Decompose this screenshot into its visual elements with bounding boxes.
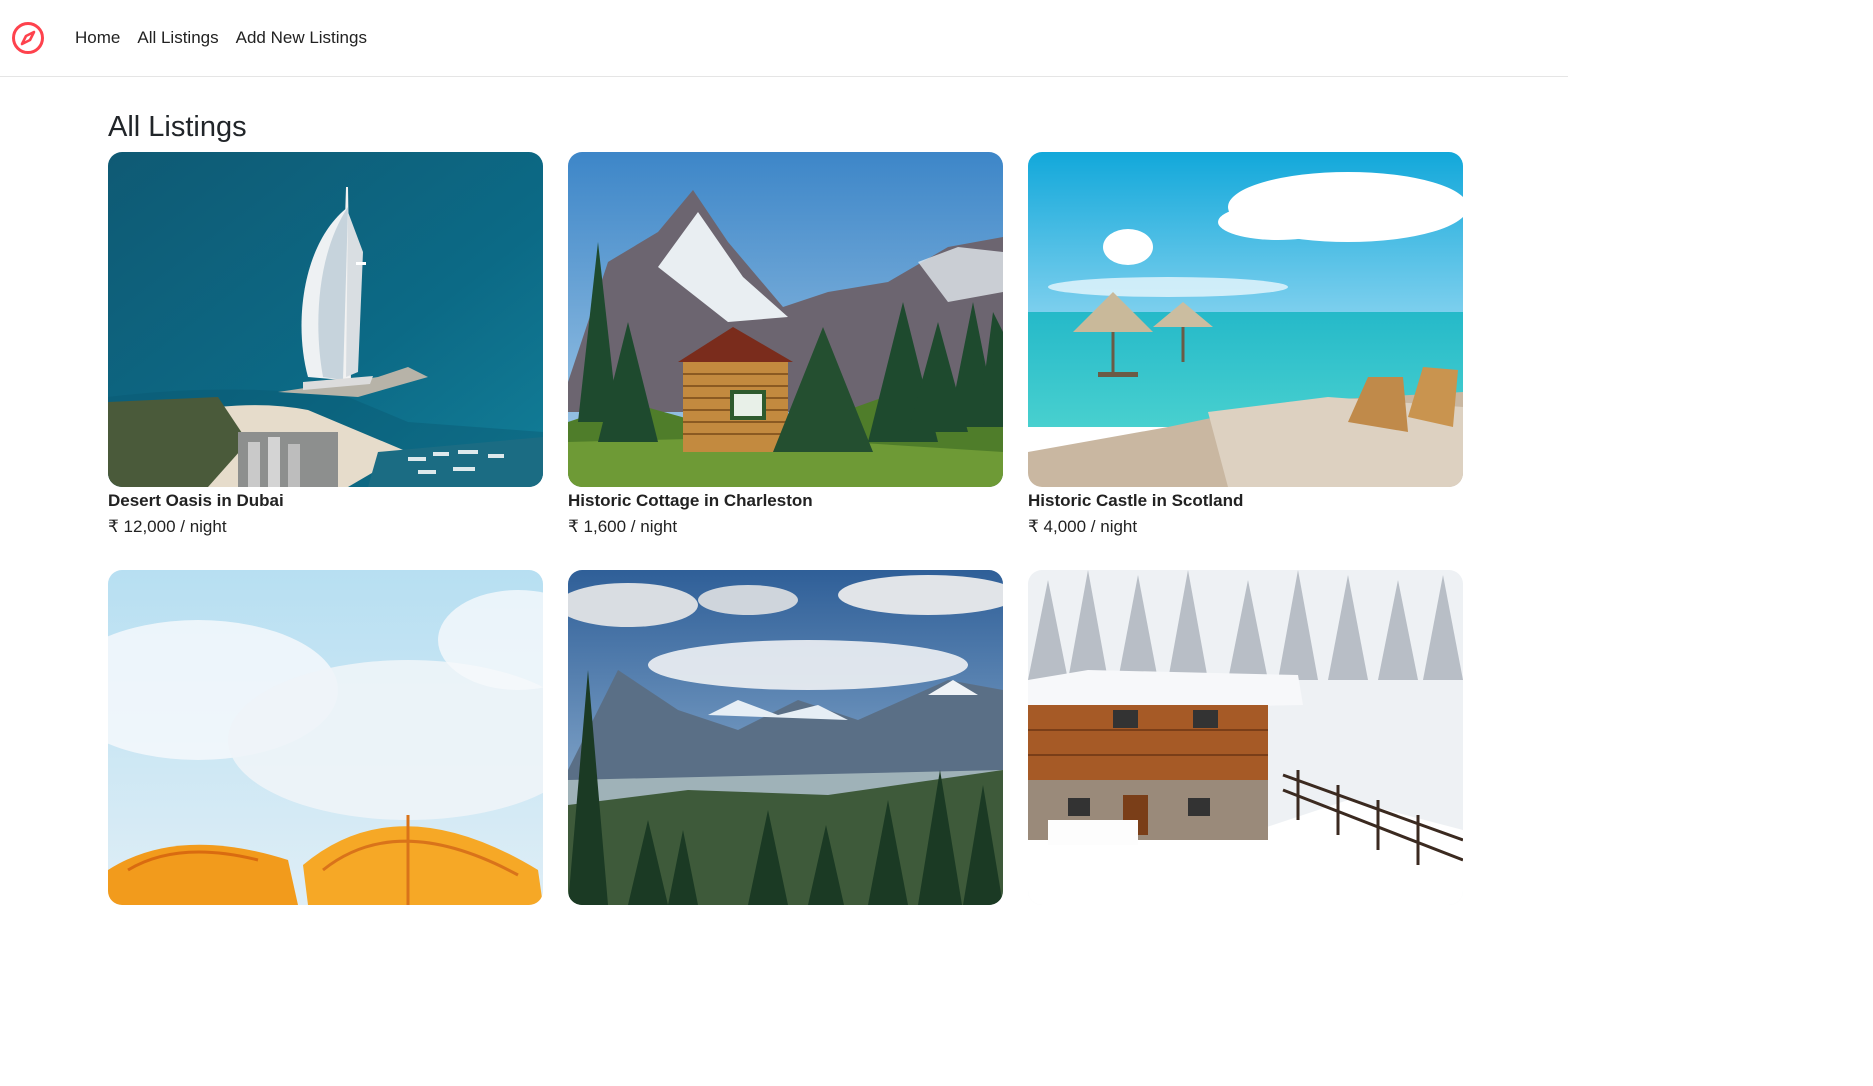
listing-image-mountain-valley[interactable] (568, 570, 1003, 905)
nav-links: Home All Listings Add New Listings (75, 28, 384, 48)
nav-home-link[interactable]: Home (75, 28, 120, 48)
nav-add-new-listings-link[interactable]: Add New Listings (236, 28, 367, 48)
compass-icon[interactable] (11, 21, 45, 55)
listing-card[interactable]: Historic Castle in Scotland ₹ 4,000 / ni… (1028, 152, 1463, 570)
listing-image-log-cabin[interactable] (568, 152, 1003, 487)
listing-image-snowy-chalet[interactable] (1028, 570, 1463, 905)
listing-price: ₹ 1,600 / night (568, 517, 678, 536)
listing-card[interactable] (1028, 570, 1463, 905)
listing-title: Desert Oasis in Dubai (108, 491, 284, 510)
listing-card[interactable] (108, 570, 543, 905)
listing-card[interactable] (568, 570, 1003, 905)
navbar: Home All Listings Add New Listings (0, 0, 1568, 77)
listing-title: Historic Cottage in Charleston (568, 491, 813, 510)
listing-title: Historic Castle in Scotland (1028, 491, 1244, 510)
page-title: All Listings (108, 111, 247, 143)
listings-grid: Desert Oasis in Dubai ₹ 12,000 / night H… (108, 152, 1464, 905)
main-content: All Listings Desert Oasis in Dubai ₹ 12,… (108, 113, 1464, 905)
listing-image-burj-al-arab[interactable] (108, 152, 543, 487)
listing-image-orange-umbrellas[interactable] (108, 570, 543, 905)
listing-card[interactable]: Desert Oasis in Dubai ₹ 12,000 / night (108, 152, 543, 570)
listing-price: ₹ 12,000 / night (108, 517, 227, 536)
nav-all-listings-link[interactable]: All Listings (137, 28, 218, 48)
listing-price: ₹ 4,000 / night (1028, 517, 1138, 536)
listing-image-tropical-beach[interactable] (1028, 152, 1463, 487)
listing-card[interactable]: Historic Cottage in Charleston ₹ 1,600 /… (568, 152, 1003, 570)
